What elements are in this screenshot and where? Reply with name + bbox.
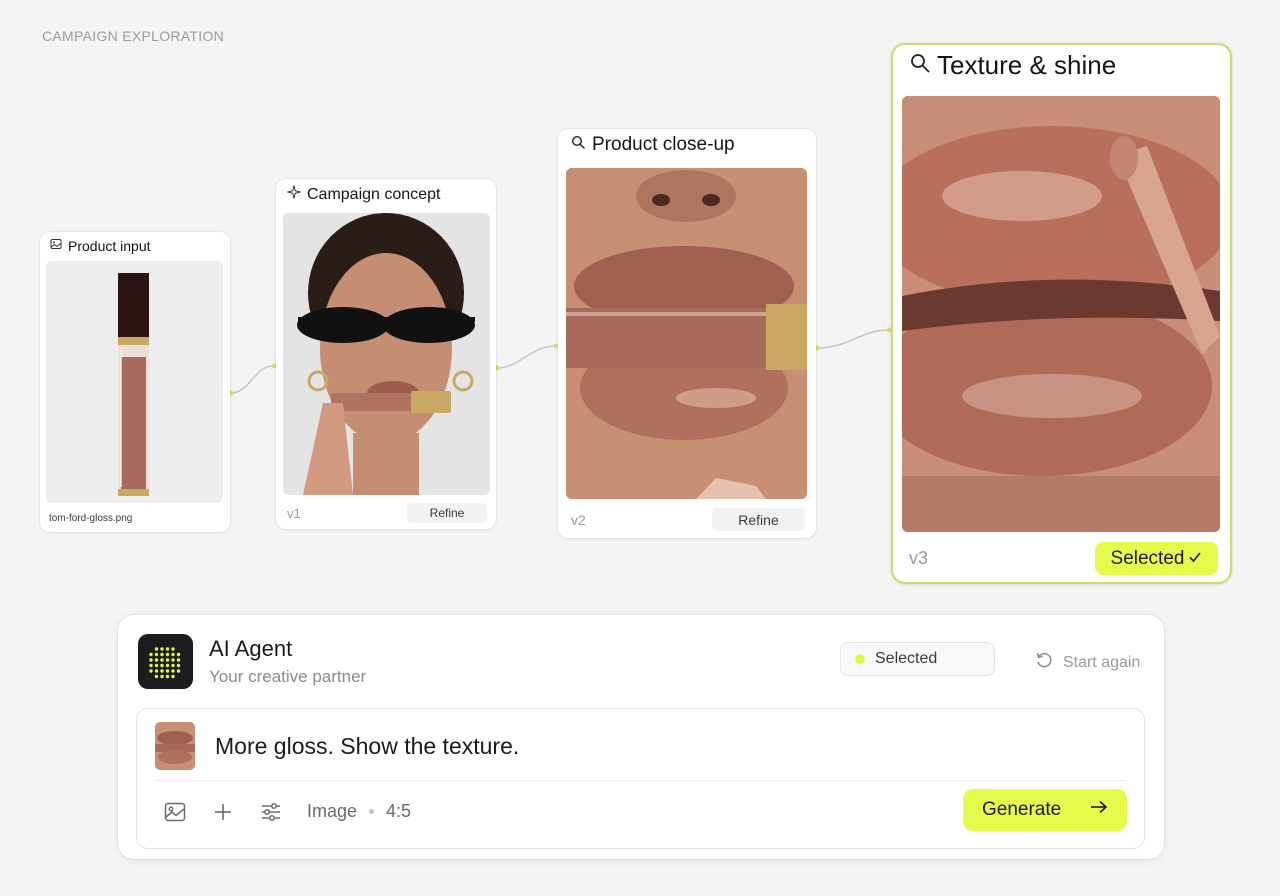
node-campaign-concept[interactable]: Campaign concept v1 Refine (276, 179, 496, 529)
file-name: tom-ford-gloss.png (49, 513, 133, 524)
texture-image[interactable] (902, 96, 1220, 532)
check-icon (1188, 548, 1202, 570)
node-title: Product input (68, 238, 151, 254)
node-title: Campaign concept (307, 185, 441, 203)
restart-icon (1034, 650, 1054, 675)
product-image[interactable] (46, 261, 223, 503)
node-title: Product close-up (592, 134, 735, 155)
node-product-close-up[interactable]: Product close-up v2 Refine (558, 129, 816, 538)
status-label: Selected (875, 650, 938, 667)
agent-name: AI Agent (209, 636, 293, 661)
composer-divider (155, 780, 1126, 781)
node-product-input[interactable]: Product input tom-ford-gloss.png (40, 232, 230, 532)
arrow-right-icon (1089, 799, 1109, 821)
version-label: v1 (287, 505, 301, 521)
connector-1-2 (230, 365, 275, 394)
image-icon (50, 237, 62, 255)
search-icon (571, 135, 586, 155)
selected-label: Selected (1110, 547, 1185, 569)
version-label: v3 (909, 548, 929, 568)
search-icon (909, 52, 931, 79)
settings-sliders-icon[interactable] (258, 799, 284, 825)
prompt-composer[interactable]: More gloss. Show the texture. Image 4:5 … (136, 708, 1145, 849)
generate-button[interactable]: Generate (963, 789, 1127, 831)
prompt-attachment-thumbnail[interactable] (155, 722, 195, 770)
generate-label: Generate (982, 799, 1062, 820)
start-again-label: Start again (1063, 653, 1141, 671)
close-up-image[interactable] (566, 168, 807, 499)
agent-subtitle: Your creative partner (209, 667, 367, 686)
prompt-input[interactable]: More gloss. Show the texture. (215, 733, 519, 760)
refine-button[interactable]: Refine (712, 508, 805, 531)
image-upload-icon[interactable] (162, 799, 188, 825)
connector-2-3 (496, 345, 557, 369)
separator-dot (369, 809, 375, 814)
start-again-button[interactable]: Start again (1034, 650, 1140, 675)
agent-panel: AI Agent Your creative partner Selected … (118, 615, 1164, 859)
mode-label[interactable]: Image (307, 801, 357, 822)
page-label: CAMPAIGN EXPLORATION (42, 28, 225, 44)
node-footer: v2 Refine (571, 508, 805, 531)
status-dot (855, 654, 865, 664)
node-header: Campaign concept (286, 184, 441, 204)
concept-image[interactable] (283, 213, 490, 495)
node-footer: v1 Refine (287, 503, 487, 523)
sparkle-icon (286, 184, 302, 204)
agent-logo-icon (138, 634, 193, 689)
node-texture-shine[interactable]: Texture & shine v3 Selected (891, 43, 1232, 584)
add-icon[interactable] (210, 799, 236, 825)
refine-button[interactable]: Refine (407, 503, 487, 523)
node-header: Product input (50, 237, 151, 255)
node-header: Product close-up (571, 134, 735, 156)
status-badge: Selected (840, 642, 995, 676)
node-footer: v3 Selected (909, 542, 1218, 575)
version-label: v2 (571, 511, 586, 528)
node-header: Texture & shine (909, 50, 1116, 81)
generation-options[interactable]: Image 4:5 (307, 801, 411, 822)
aspect-ratio-label[interactable]: 4:5 (386, 801, 411, 822)
connector-3-4 (816, 329, 890, 349)
node-title: Texture & shine (937, 50, 1117, 80)
selected-button[interactable]: Selected (1095, 542, 1218, 575)
